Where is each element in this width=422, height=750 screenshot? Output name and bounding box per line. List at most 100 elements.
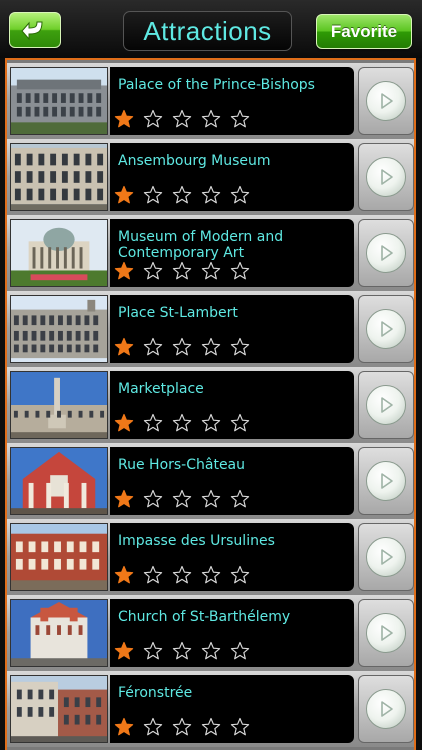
list-item[interactable]: Church of St-Barthélemy <box>7 595 414 671</box>
attraction-info: Ansembourg Museum <box>110 143 354 211</box>
attractions-list[interactable]: Palace of the Prince-Bishops Ansembourg M… <box>5 58 416 750</box>
list-item[interactable]: Palace of the Prince-Bishops <box>7 63 414 139</box>
star-filled-icon <box>114 261 134 281</box>
star-filled-icon <box>114 109 134 129</box>
list-item[interactable]: Féronstrée <box>7 671 414 747</box>
attraction-name: Marketplace <box>118 381 204 397</box>
star-empty-icon <box>143 641 163 661</box>
attraction-name: Place St-Lambert <box>118 305 238 321</box>
chevron-right-icon <box>366 689 406 729</box>
star-empty-icon <box>201 337 221 357</box>
attraction-name: Impasse des Ursulines <box>118 533 275 549</box>
attraction-info: Impasse des Ursulines <box>110 523 354 591</box>
star-empty-icon <box>230 565 250 585</box>
rating-stars <box>114 717 250 739</box>
rating-stars <box>114 261 250 283</box>
chevron-right-icon <box>366 461 406 501</box>
star-empty-icon <box>201 261 221 281</box>
star-filled-icon <box>114 337 134 357</box>
attraction-photo <box>10 447 108 515</box>
rating-stars <box>114 109 250 131</box>
chevron-right-icon <box>366 157 406 197</box>
attraction-name: Ansembourg Museum <box>118 153 271 169</box>
star-empty-icon <box>172 565 192 585</box>
star-empty-icon <box>172 489 192 509</box>
star-empty-icon <box>201 185 221 205</box>
detail-button[interactable] <box>358 675 414 743</box>
star-empty-icon <box>143 337 163 357</box>
chevron-right-icon <box>366 385 406 425</box>
star-empty-icon <box>201 489 221 509</box>
chevron-right-icon <box>366 81 406 121</box>
list-item[interactable]: Impasse des Ursulines <box>7 519 414 595</box>
attraction-photo <box>10 143 108 211</box>
detail-button[interactable] <box>358 143 414 211</box>
rating-stars <box>114 489 250 511</box>
star-empty-icon <box>143 717 163 737</box>
star-empty-icon <box>172 185 192 205</box>
star-empty-icon <box>230 185 250 205</box>
detail-button[interactable] <box>358 219 414 287</box>
star-filled-icon <box>114 413 134 433</box>
attraction-photo <box>10 523 108 591</box>
star-empty-icon <box>230 261 250 281</box>
star-empty-icon <box>143 261 163 281</box>
rating-stars <box>114 641 250 663</box>
rating-stars <box>114 413 250 435</box>
attraction-photo <box>10 295 108 363</box>
attraction-info: Palace of the Prince-Bishops <box>110 67 354 135</box>
attraction-info: Féronstrée <box>110 675 354 743</box>
top-bar: Attractions Favorite <box>0 0 422 58</box>
list-item[interactable]: Place St-Lambert <box>7 291 414 367</box>
rating-stars <box>114 185 250 207</box>
star-empty-icon <box>172 261 192 281</box>
rating-stars <box>114 565 250 587</box>
detail-button[interactable] <box>358 295 414 363</box>
star-empty-icon <box>201 565 221 585</box>
attraction-name: Church of St-Barthélemy <box>118 609 291 625</box>
chevron-right-icon <box>366 613 406 653</box>
detail-button[interactable] <box>358 599 414 667</box>
list-item[interactable]: Ansembourg Museum <box>7 139 414 215</box>
star-empty-icon <box>230 717 250 737</box>
star-filled-icon <box>114 565 134 585</box>
chevron-right-icon <box>366 537 406 577</box>
detail-button[interactable] <box>358 371 414 439</box>
back-button[interactable] <box>9 12 61 48</box>
list-item[interactable]: Museum of Modern and Contemporary Art <box>7 215 414 291</box>
attraction-info: Church of St-Barthélemy <box>110 599 354 667</box>
star-empty-icon <box>201 413 221 433</box>
favorite-button[interactable]: Favorite <box>316 14 412 49</box>
list-item[interactable]: Rue Hors-Château <box>7 443 414 519</box>
star-filled-icon <box>114 489 134 509</box>
detail-button[interactable] <box>358 523 414 591</box>
attraction-photo <box>10 67 108 135</box>
star-empty-icon <box>230 489 250 509</box>
attraction-photo <box>10 371 108 439</box>
star-filled-icon <box>114 717 134 737</box>
attraction-name: Rue Hors-Château <box>118 457 246 473</box>
attraction-name: Palace of the Prince-Bishops <box>118 77 315 93</box>
star-empty-icon <box>201 109 221 129</box>
detail-button[interactable] <box>358 67 414 135</box>
star-empty-icon <box>172 641 192 661</box>
attraction-photo <box>10 219 108 287</box>
star-empty-icon <box>143 185 163 205</box>
star-empty-icon <box>201 717 221 737</box>
star-empty-icon <box>172 337 192 357</box>
detail-button[interactable] <box>358 447 414 515</box>
attraction-info: Place St-Lambert <box>110 295 354 363</box>
star-empty-icon <box>143 109 163 129</box>
star-empty-icon <box>172 717 192 737</box>
star-empty-icon <box>201 641 221 661</box>
star-empty-icon <box>230 109 250 129</box>
star-filled-icon <box>114 185 134 205</box>
star-empty-icon <box>172 109 192 129</box>
star-empty-icon <box>230 641 250 661</box>
back-arrow-icon <box>21 21 43 41</box>
list-item[interactable]: Marketplace <box>7 367 414 443</box>
attraction-info: Rue Hors-Château <box>110 447 354 515</box>
attraction-photo <box>10 675 108 743</box>
attraction-name: Féronstrée <box>118 685 193 701</box>
star-filled-icon <box>114 641 134 661</box>
